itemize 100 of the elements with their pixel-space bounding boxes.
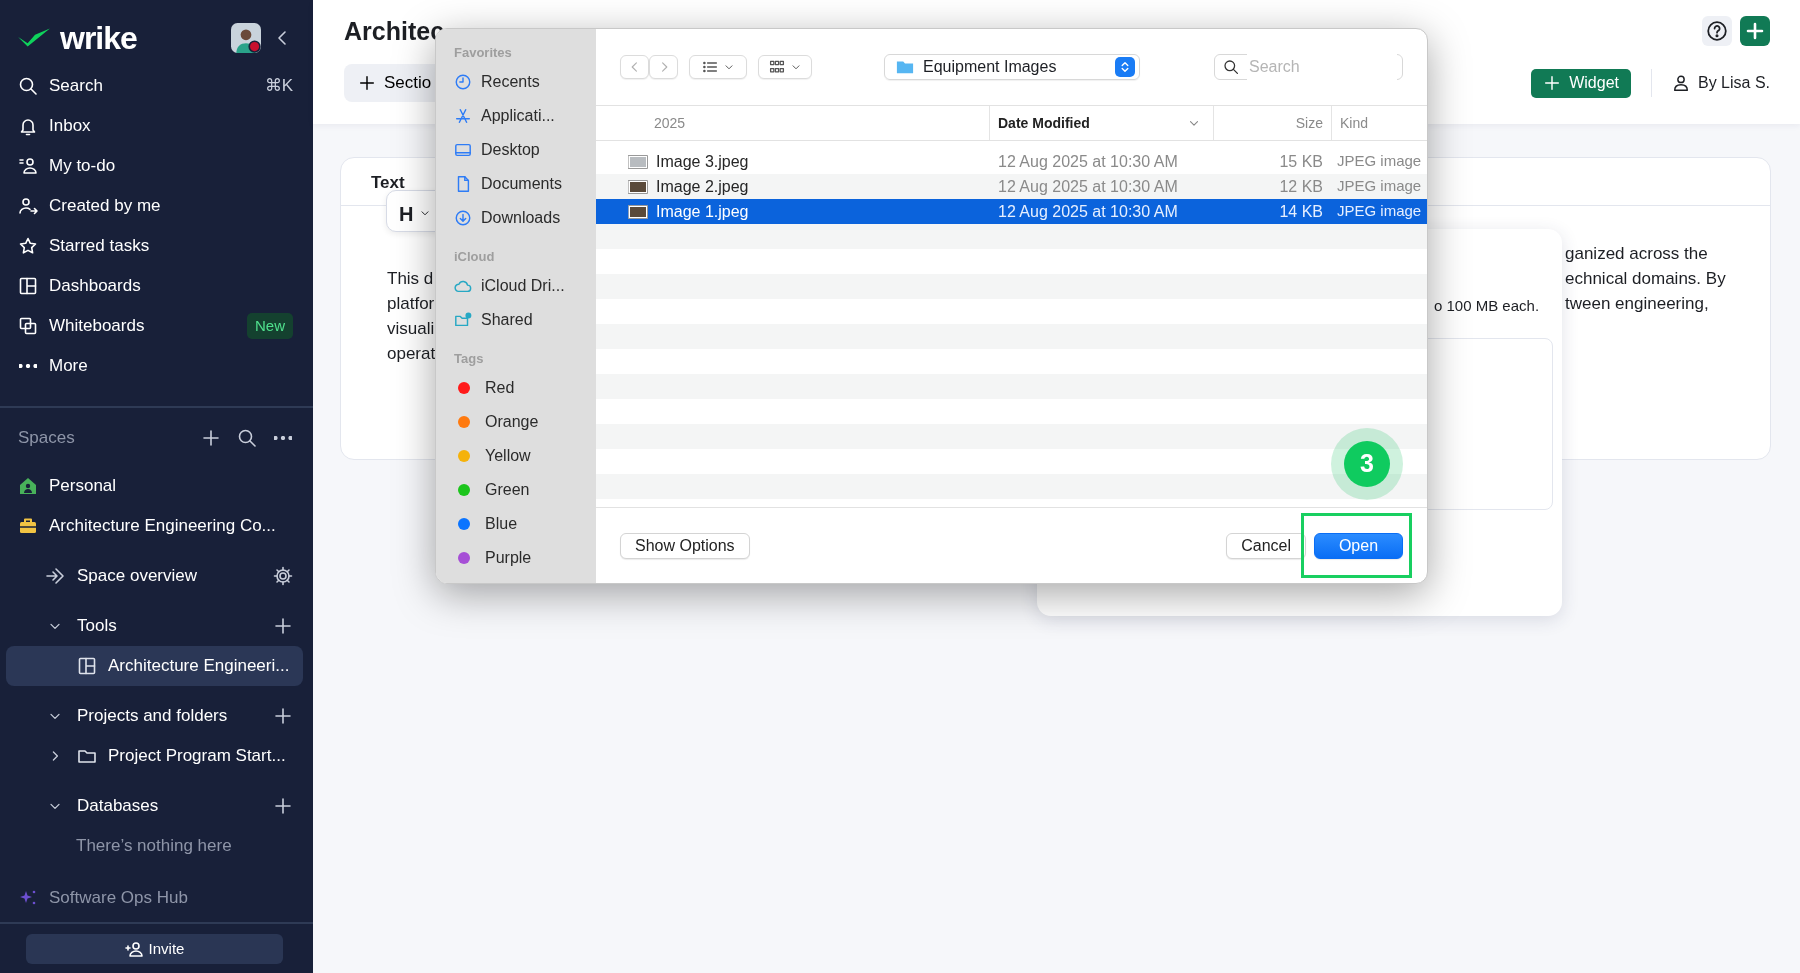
plus-icon (273, 796, 293, 816)
sidebar-item[interactable]: Orange (454, 405, 596, 439)
briefcase-icon (18, 516, 38, 536)
empty-message: There’s nothing here (76, 835, 232, 858)
tree-item[interactable]: Projects and folders (0, 696, 313, 736)
list-icon (701, 59, 719, 75)
size-cell-text: 12 KB (1278, 176, 1324, 197)
list-view-button[interactable] (689, 55, 747, 79)
sidebar-item[interactable]: Red (454, 371, 596, 405)
dashboard-icon (18, 276, 38, 296)
sidebar-item[interactable]: Yellow (454, 439, 596, 473)
kind-cell-text: JPEG image (1336, 201, 1423, 222)
location-dropdown[interactable]: Equipment Images (884, 54, 1140, 80)
file-name: Image 2.jpeg (656, 176, 749, 197)
plus-icon (201, 428, 221, 448)
date-cell-text: 12 Aug 2025 at 10:30 AM (997, 151, 1179, 172)
card-tab[interactable]: Text (371, 173, 405, 192)
space-item[interactable]: Architecture Engineering Co... (0, 506, 313, 546)
nav-item[interactable]: Starred tasks (0, 226, 313, 266)
home-icon (18, 476, 38, 496)
plus-icon (273, 706, 293, 726)
nav-item[interactable]: Inbox (0, 106, 313, 146)
shared-folder-icon (454, 311, 472, 329)
dialog-button[interactable]: Show Options (620, 532, 750, 559)
space-item[interactable]: Software Ops Hub (0, 878, 313, 918)
app-store-icon (454, 107, 472, 125)
bell-icon (18, 116, 38, 136)
dialog-button[interactable]: Cancel (1226, 532, 1306, 559)
grid-icon (768, 59, 786, 75)
sidebar-item[interactable]: Blue (454, 507, 596, 541)
text-line: platfor (387, 293, 436, 315)
logo: wrike (60, 19, 137, 58)
text-line: visuali (387, 318, 436, 340)
author-filter[interactable]: By Lisa S. (1671, 71, 1770, 95)
plus-icon (273, 616, 293, 636)
text-line: tween engineering, (1565, 293, 1710, 315)
file-row[interactable]: Image 3.jpeg 12 Aug 2025 at 10:30 AM 15 KB JPEG image (596, 149, 1427, 174)
sidebar-item[interactable]: Green (454, 473, 596, 507)
nav-item[interactable]: Whiteboards New (0, 306, 313, 346)
nav-item[interactable]: Dashboards (0, 266, 313, 306)
size-cell-text: 15 KB (1278, 151, 1324, 172)
plus-icon (1745, 21, 1765, 41)
tree-item[interactable]: Tools (0, 606, 313, 646)
person-arrow-icon (18, 196, 38, 216)
clock-icon (454, 73, 472, 91)
sidebar-heading: iCloud (454, 248, 496, 266)
search-icon (1223, 59, 1239, 75)
dashboard-icon (77, 656, 97, 676)
invite-button[interactable]: Invite (26, 934, 283, 964)
space-item[interactable]: Personal (0, 466, 313, 506)
sidebar-item[interactable]: Documents (454, 167, 596, 201)
sidebar-item[interactable]: iCloud Dri... (454, 269, 596, 303)
kind-cell-text: JPEG image (1336, 176, 1423, 197)
tree-item[interactable]: Space overview (0, 556, 313, 596)
tree-item[interactable]: Databases (0, 786, 313, 826)
add-widget-button[interactable]: Widget (1531, 68, 1631, 98)
sidebar-item[interactable]: Applicati... (454, 99, 596, 133)
plus-icon (358, 74, 376, 92)
kind-cell-text: JPEG image (1336, 151, 1423, 172)
column-header[interactable]: 2025 (596, 106, 989, 140)
whiteboard-icon (18, 316, 38, 336)
file-row[interactable]: Image 1.jpeg 12 Aug 2025 at 10:30 AM 14 KB JPEG image (596, 199, 1427, 224)
add-button[interactable] (1740, 16, 1770, 46)
column-header[interactable]: Size (1213, 106, 1331, 140)
grid-view-button[interactable] (758, 55, 812, 79)
avatar (231, 23, 261, 53)
date-cell-text: 12 Aug 2025 at 10:30 AM (997, 176, 1179, 197)
dialog-button[interactable]: Open (1314, 532, 1403, 559)
sidebar-item[interactable]: Recents (454, 65, 596, 99)
sidebar-item[interactable]: Desktop (454, 133, 596, 167)
shortcut-hint: ⌘K (264, 75, 293, 98)
search-field[interactable]: Search (1214, 54, 1403, 80)
column-header[interactable]: Date Modified (989, 106, 1213, 140)
date-cell-text: 12 Aug 2025 at 10:30 AM (997, 201, 1179, 222)
sidebar-item[interactable]: Downloads (454, 201, 596, 235)
star-icon (18, 236, 38, 256)
sidebar-item[interactable]: Shared (454, 303, 596, 337)
nav-item[interactable]: My to-do (0, 146, 313, 186)
gear-icon (273, 566, 293, 586)
help-button[interactable] (1702, 16, 1732, 46)
page-title: Architec (344, 16, 445, 46)
sidebar-item[interactable]: Purple (454, 541, 596, 575)
tree-item[interactable]: Architecture Engineeri... (6, 646, 303, 686)
image-thumbnail-icon (628, 204, 648, 219)
nav-item[interactable]: More (0, 346, 313, 386)
nav-item[interactable]: Created by me (0, 186, 313, 226)
image-thumbnail-icon (628, 179, 648, 194)
image-thumbnail-icon (628, 154, 648, 169)
help-icon (1706, 20, 1728, 42)
column-header[interactable]: Kind (1331, 106, 1427, 140)
text-line: echnical domains. By (1565, 268, 1727, 290)
upload-note: o 100 MB each. (1434, 296, 1540, 316)
arrow-diamond-icon (45, 566, 65, 586)
more-icon (274, 436, 292, 440)
add-person-icon (124, 940, 143, 958)
text-line: ganized across the (1565, 243, 1709, 265)
tree-item[interactable]: Project Program Start... (0, 736, 313, 776)
section-title: Spaces (18, 427, 75, 450)
desktop-icon (454, 141, 472, 159)
nav-item[interactable]: Search ⌘K (0, 66, 313, 106)
